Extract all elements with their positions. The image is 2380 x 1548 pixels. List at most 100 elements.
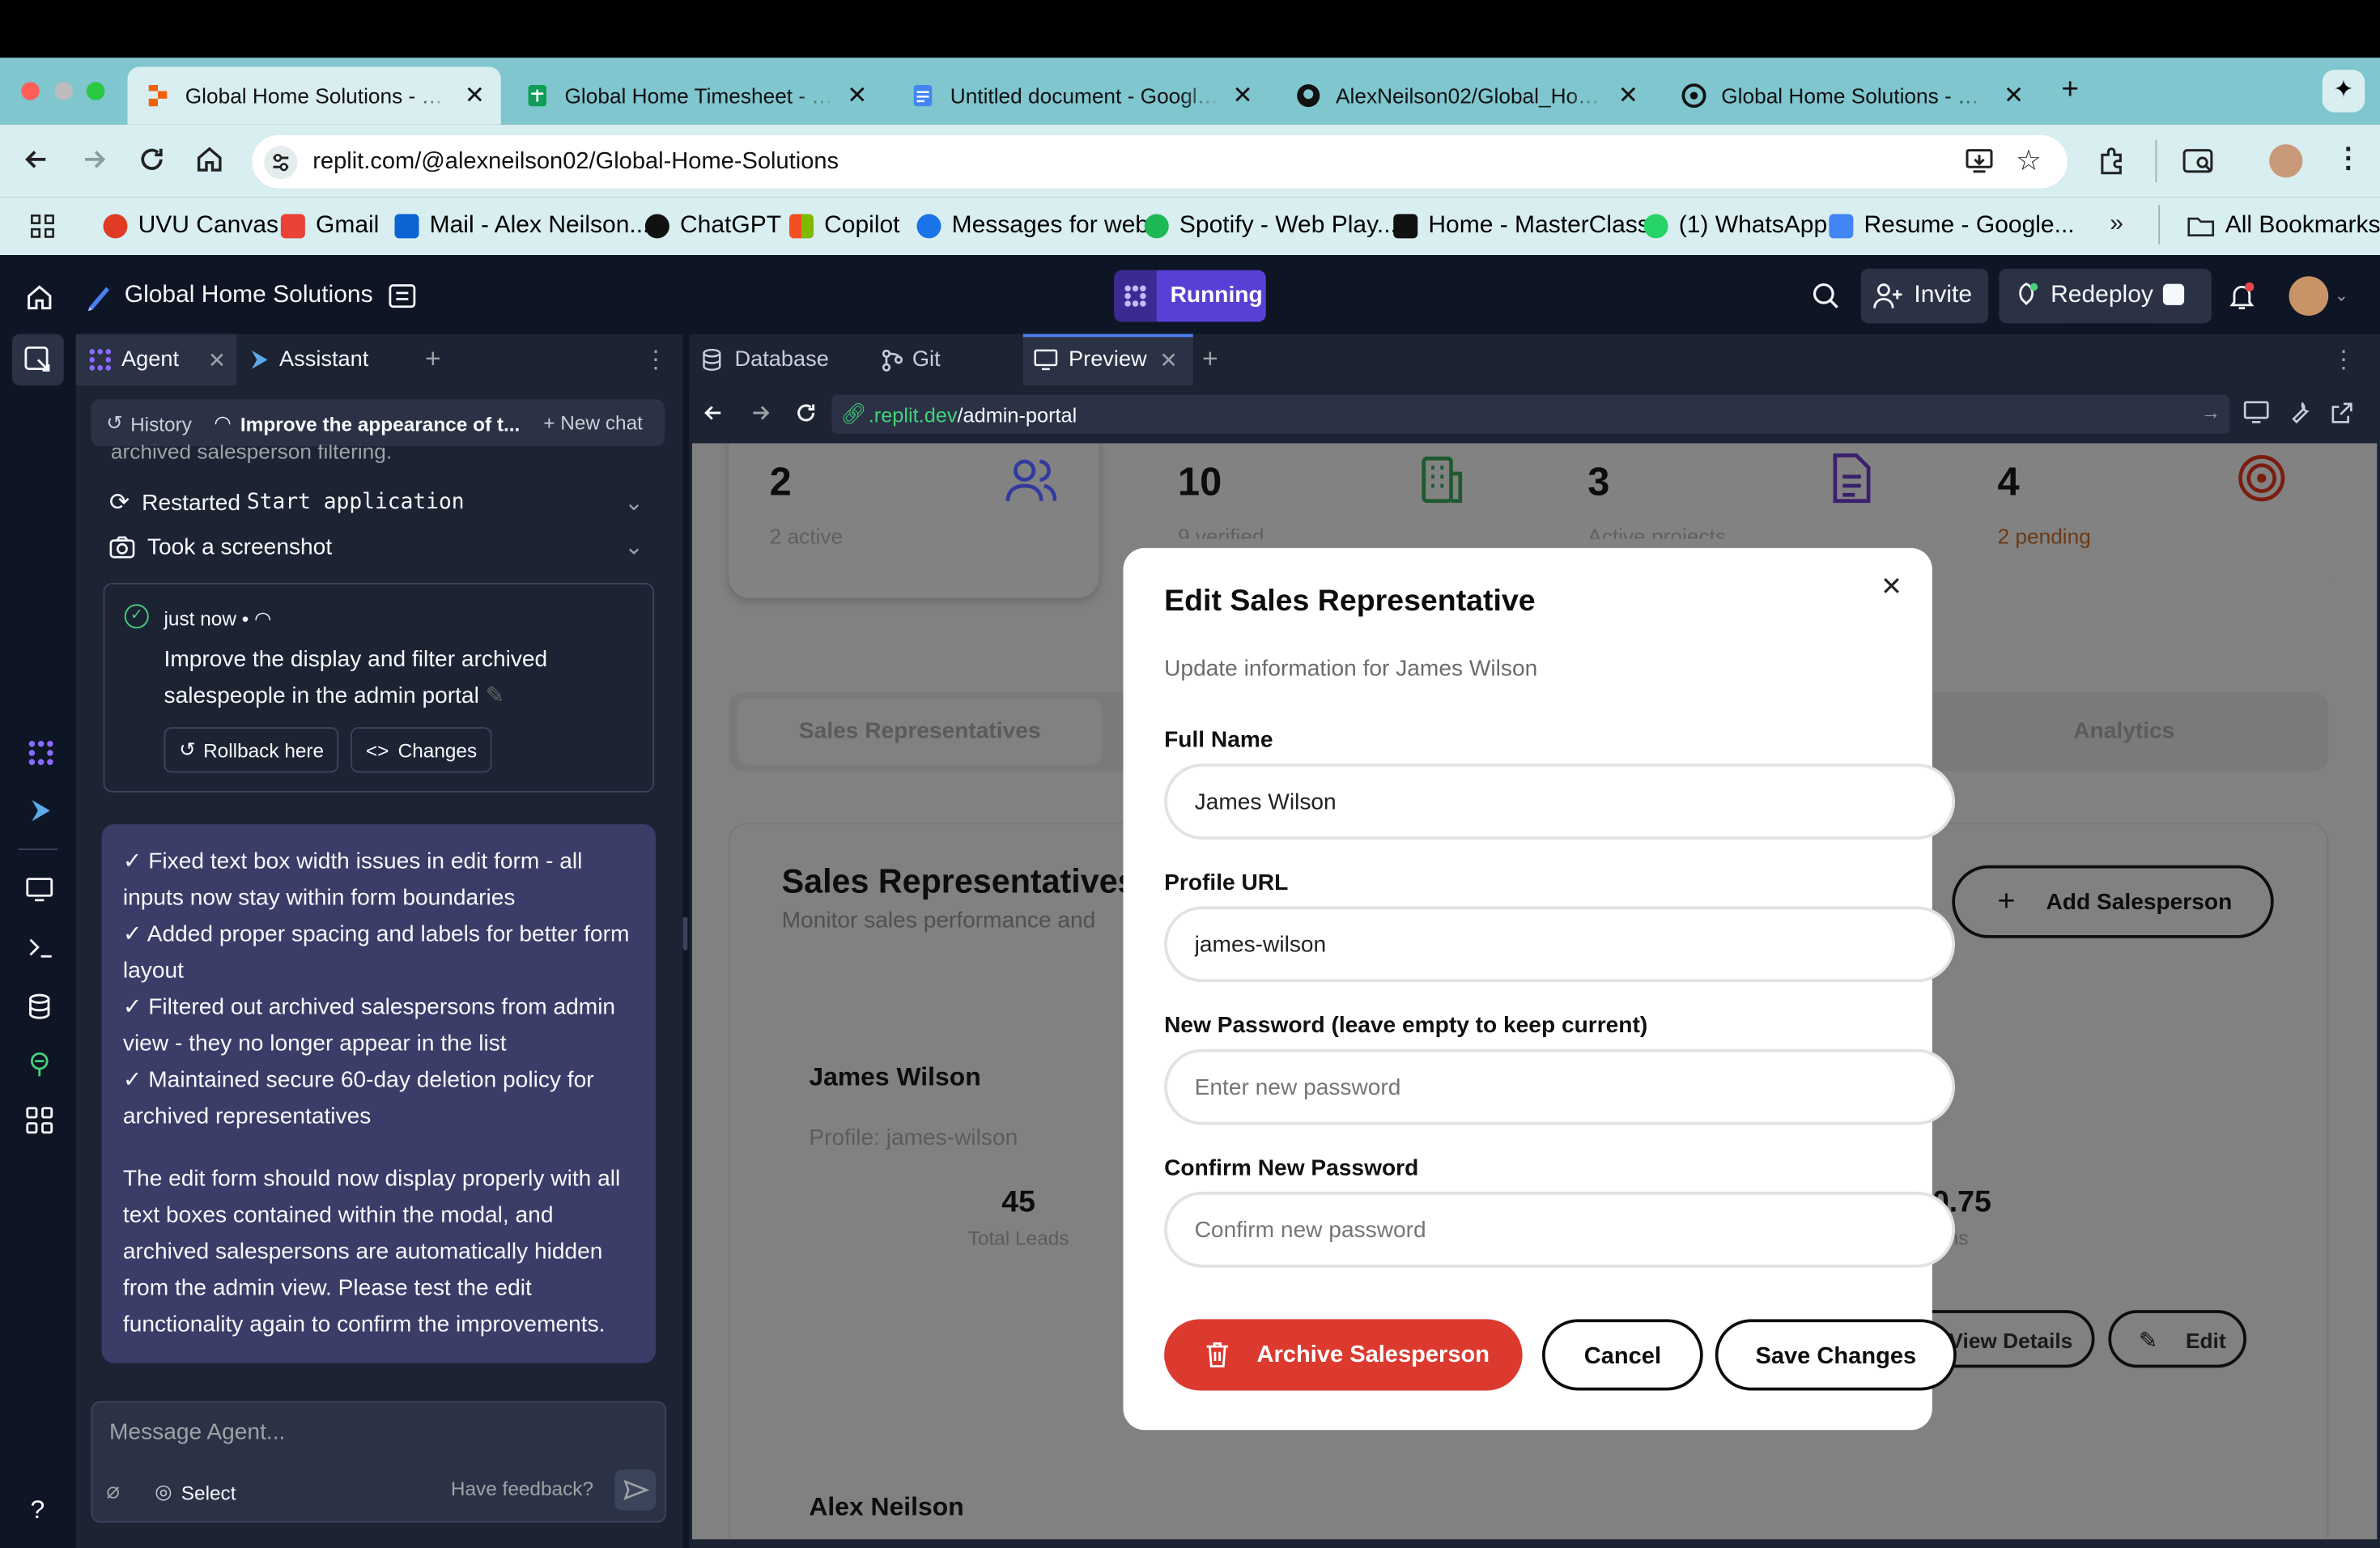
device-icon[interactable] [2243, 401, 2269, 423]
install-app-icon[interactable] [1964, 146, 1995, 176]
close-tab-icon[interactable]: ✕ [1233, 80, 1253, 111]
tab-search-icon[interactable] [2182, 146, 2216, 176]
agent-rail-icon[interactable] [28, 739, 55, 767]
tab-database[interactable]: Database [689, 334, 862, 386]
project-info-icon[interactable] [389, 283, 416, 310]
tab-git[interactable]: Git [869, 334, 1021, 386]
full-name-input[interactable] [1164, 763, 1955, 840]
attach-paperclip-icon[interactable]: ⌀ [106, 1477, 120, 1504]
home-icon[interactable] [24, 283, 55, 313]
close-tab-icon[interactable]: ✕ [847, 80, 867, 111]
browser-menu-icon[interactable]: ⋮ [2335, 142, 2362, 174]
tab-analytics[interactable]: Analytics [2073, 718, 2174, 744]
devtools-wrench-icon[interactable] [2288, 401, 2312, 425]
all-tools-rail-icon[interactable] [26, 1107, 53, 1134]
run-status-button[interactable]: Running [1114, 270, 1266, 322]
project-name[interactable]: Global Home Solutions [125, 283, 373, 310]
files-panel-button[interactable] [12, 334, 64, 386]
confirm-password-input[interactable] [1164, 1191, 1955, 1268]
add-tab-button[interactable]: + [1202, 343, 1218, 375]
send-button[interactable] [614, 1469, 656, 1511]
panel-menu-icon[interactable]: ⋮ [644, 345, 668, 376]
bookmark-item[interactable]: Mail - Alex Neilson... [394, 213, 649, 240]
browser-tab[interactable]: Global Home Timesheet - Google Sheets ✕ [507, 67, 886, 125]
chat-title[interactable]: ◠ Improve the appearance of t... [214, 411, 520, 436]
changes-button[interactable]: <> Changes [351, 727, 492, 773]
close-modal-icon[interactable]: ✕ [1881, 572, 1902, 603]
user-avatar[interactable] [2289, 276, 2329, 316]
deployments-rail-icon[interactable] [26, 1051, 53, 1078]
feedback-link[interactable]: Have feedback? [451, 1477, 593, 1499]
tab-assistant[interactable]: Assistant [243, 334, 410, 386]
new-chat-button[interactable]: + New chat [543, 411, 643, 434]
open-url-arrow-icon[interactable]: → [2201, 401, 2221, 423]
back-arrow-icon[interactable] [21, 144, 52, 175]
address-bar-url[interactable]: replit.com/@alexneilson02/Global-Home-So… [312, 149, 839, 176]
all-bookmarks[interactable]: All Bookmarks [2187, 213, 2380, 240]
archive-salesperson-button[interactable]: Archive Salesperson [1164, 1319, 1523, 1391]
invite-button[interactable]: Invite [1860, 268, 1989, 324]
add-tab-button[interactable]: + [425, 343, 441, 375]
workspace-menu-icon[interactable]: ⋮ [2331, 345, 2356, 376]
forward-arrow-icon[interactable] [79, 144, 110, 175]
tab-preview[interactable]: Preview ✕ [1022, 334, 1193, 386]
more-bookmarks-icon[interactable]: » [2110, 211, 2123, 239]
preview-url[interactable]: 🔗︎ .replit.dev/admin-portal [841, 402, 1077, 427]
tab-agent[interactable]: Agent ✕ [75, 334, 237, 386]
close-tab-icon[interactable]: ✕ [208, 347, 226, 373]
close-window-button[interactable] [21, 82, 40, 100]
close-tab-icon[interactable]: ✕ [465, 80, 485, 111]
bookmark-star-icon[interactable]: ☆ [2016, 144, 2042, 179]
bookmark-item[interactable]: UVU Canvas [103, 213, 278, 240]
gemini-icon[interactable]: ✦ [2322, 70, 2365, 113]
history-button[interactable]: ↺ History [106, 411, 192, 436]
apps-grid-icon[interactable] [31, 214, 55, 238]
bookmark-item[interactable]: Home - MasterClass [1393, 213, 1650, 240]
close-tab-icon[interactable]: ✕ [2004, 80, 2024, 111]
bookmark-item[interactable]: Copilot [789, 213, 900, 240]
tab-sales-representatives[interactable]: Sales Representatives [737, 698, 1103, 765]
reload-icon[interactable] [137, 144, 168, 175]
browser-tab[interactable]: AlexNeilson02/Global_Home_Solutions ✕ [1278, 67, 1658, 125]
site-info-icon[interactable] [264, 146, 298, 180]
message-input[interactable]: Message Agent... [109, 1419, 285, 1445]
bookmark-item[interactable]: ChatGPT [644, 213, 781, 240]
search-icon[interactable] [1811, 281, 1842, 312]
preview-back-icon[interactable] [701, 401, 725, 425]
database-rail-icon[interactable] [28, 993, 52, 1020]
bookmark-item[interactable]: Resume - Google... [1829, 213, 2075, 240]
notifications-bell-icon[interactable] [2227, 281, 2258, 312]
bookmark-item[interactable]: Spotify - Web Play... [1144, 213, 1397, 240]
browser-tab[interactable]: Global Home Solutions - Replit ✕ [127, 66, 501, 125]
maximize-window-button[interactable] [86, 82, 105, 100]
new-tab-button[interactable]: + [2061, 73, 2079, 108]
preview-reload-icon[interactable] [794, 401, 818, 425]
preview-rail-icon[interactable] [26, 878, 53, 902]
browser-tab[interactable]: Untitled document - Google Docs ✕ [893, 67, 1273, 125]
step-screenshot[interactable]: Took a screenshot ⌄ [109, 533, 644, 560]
save-changes-button[interactable]: Save Changes [1715, 1319, 1957, 1391]
panel-resize-handle[interactable] [682, 916, 688, 950]
chevron-down-icon[interactable]: ⌄ [2335, 286, 2348, 305]
redeploy-button[interactable]: Redeploy [1999, 268, 2212, 324]
cancel-button[interactable]: Cancel [1542, 1319, 1703, 1391]
new-password-input[interactable] [1164, 1048, 1955, 1125]
open-new-window-icon[interactable] [2330, 401, 2354, 425]
profile-url-input[interactable] [1164, 906, 1955, 983]
extensions-icon[interactable] [2096, 146, 2127, 176]
preview-forward-icon[interactable] [748, 401, 772, 425]
minimize-window-button[interactable] [54, 82, 73, 100]
rollback-button[interactable]: ↺ Rollback here [164, 727, 339, 773]
help-icon[interactable]: ? [31, 1495, 45, 1526]
console-rail-icon[interactable] [28, 935, 55, 959]
close-tab-icon[interactable]: ✕ [1160, 347, 1178, 373]
bookmark-item[interactable]: Gmail [280, 213, 379, 240]
home-icon[interactable] [194, 144, 225, 175]
bookmark-item[interactable]: Messages for web [916, 213, 1149, 240]
assistant-rail-icon[interactable] [29, 797, 53, 824]
step-restarted[interactable]: ⟳ Restarted Start application ⌄ [109, 487, 644, 518]
bookmark-item[interactable]: (1) WhatsApp [1643, 213, 1827, 240]
browser-tab[interactable]: Global Home Solutions - Contractor ✕ [1664, 67, 2043, 125]
close-tab-icon[interactable]: ✕ [1618, 80, 1638, 111]
add-salesperson-button[interactable]: + Add Salesperson [1952, 865, 2274, 938]
